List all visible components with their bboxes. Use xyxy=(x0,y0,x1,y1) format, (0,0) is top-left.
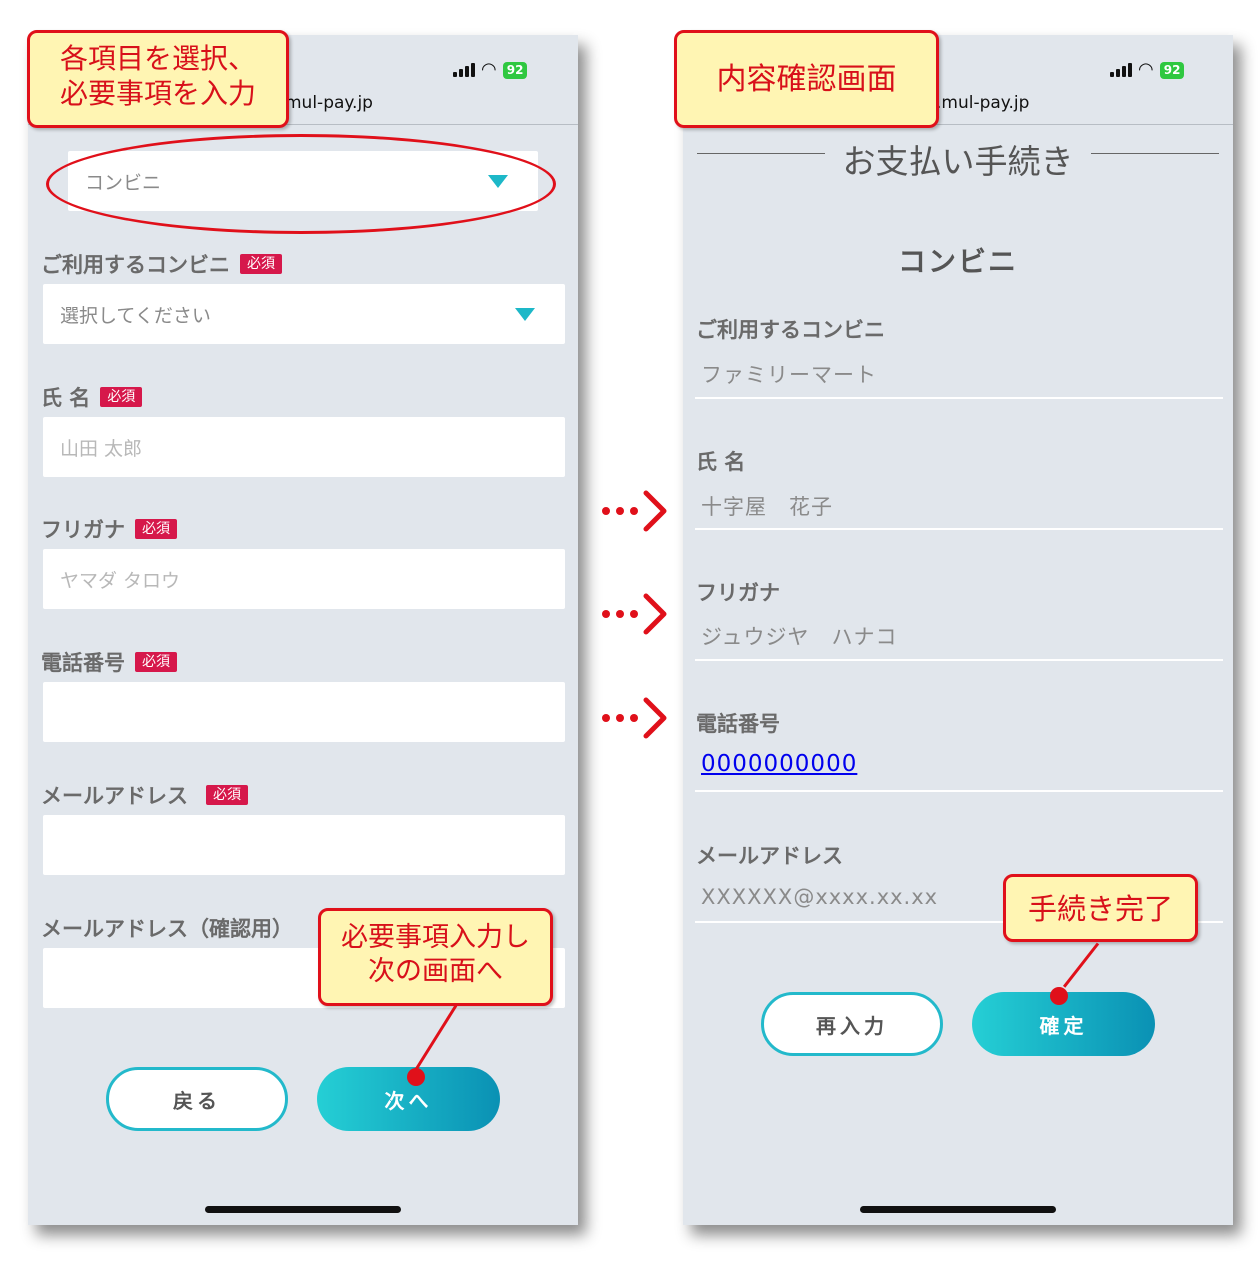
confirm-value-email: XXXXXX@xxxx.xx.xx xyxy=(701,885,939,909)
reenter-button[interactable]: 再入力 xyxy=(761,992,943,1056)
furigana-input[interactable]: ヤマダ タロウ xyxy=(43,549,565,609)
home-indicator xyxy=(205,1206,401,1213)
status-bar-icons: ◠ 92 xyxy=(1110,59,1185,80)
url-text: .mul-pay.jp xyxy=(936,93,1030,113)
callout-select-items: 各項目を選択、 必要事項を入力 xyxy=(27,30,289,128)
battery-indicator: 92 xyxy=(1159,61,1185,79)
label-text: フリガナ xyxy=(41,518,125,542)
divider xyxy=(695,528,1223,530)
url-text: mul-pay.jp xyxy=(285,93,373,113)
highlight-oval xyxy=(46,134,556,234)
furigana-placeholder: ヤマダ タロウ xyxy=(60,569,181,592)
required-badge: 必須 xyxy=(206,785,248,805)
divider xyxy=(695,397,1223,399)
callout-confirm-screen: 内容確認画面 xyxy=(674,30,939,128)
back-button[interactable]: 戻る xyxy=(106,1067,288,1131)
field-label-email-confirm: メールアドレス（確認用） xyxy=(41,913,293,943)
confirm-value-convenience-store: ファミリーマート xyxy=(701,363,877,387)
confirmation-screen: ◠ 92 .mul-pay.jp お支払い手続き コンビニ ご利用するコンビニ … xyxy=(683,35,1233,1225)
dotted-arrow-icon xyxy=(602,490,667,532)
label-text: 電話番号 xyxy=(41,651,125,675)
title-rule-right xyxy=(1091,153,1219,154)
dotted-arrow-icon xyxy=(602,697,667,739)
confirm-label-name: 氏 名 xyxy=(696,450,746,474)
label-text: メールアドレス（確認用） xyxy=(41,917,293,941)
confirm-label-furigana: フリガナ xyxy=(696,581,780,605)
pointer-dot xyxy=(1050,987,1068,1005)
signal-icon xyxy=(453,63,475,77)
home-indicator xyxy=(860,1206,1056,1213)
label-text: 氏 名 xyxy=(41,386,91,410)
name-input[interactable]: 山田 太郎 xyxy=(43,417,565,477)
status-bar-icons: ◠ 92 xyxy=(453,59,528,80)
field-label-email: メールアドレス 必須 xyxy=(41,780,248,810)
confirm-label-phone: 電話番号 xyxy=(696,712,780,736)
callout-complete: 手続き完了 xyxy=(1003,874,1198,942)
payment-method-heading: コンビニ xyxy=(897,245,1018,278)
divider xyxy=(695,790,1223,792)
name-placeholder: 山田 太郎 xyxy=(60,437,143,460)
confirm-value-furigana: ジュウジヤ ハナコ xyxy=(701,625,898,649)
required-badge: 必須 xyxy=(240,254,282,274)
field-label-convenience-store: ご利用するコンビニ 必須 xyxy=(41,249,282,279)
phone-input[interactable] xyxy=(43,682,565,742)
wifi-icon: ◠ xyxy=(1138,59,1154,80)
confirm-value-phone-link[interactable]: 0000000000 xyxy=(701,751,857,777)
required-badge: 必須 xyxy=(135,652,177,672)
convenience-store-select[interactable]: 選択してください xyxy=(43,284,565,344)
signal-icon xyxy=(1110,63,1132,77)
confirm-label-email: メールアドレス xyxy=(696,844,843,868)
page-title: お支払い手続き xyxy=(842,142,1074,181)
dotted-arrow-icon xyxy=(602,593,667,635)
label-text: メールアドレス xyxy=(41,784,188,808)
required-badge: 必須 xyxy=(100,387,143,407)
callout-next-screen: 必要事項入力し 次の画面へ xyxy=(318,908,553,1006)
chevron-down-icon xyxy=(515,308,535,321)
wifi-icon: ◠ xyxy=(481,59,497,80)
label-text: ご利用するコンビニ xyxy=(41,253,230,277)
email-input[interactable] xyxy=(43,815,565,875)
convenience-store-value: 選択してください xyxy=(60,304,211,327)
divider xyxy=(695,659,1223,661)
pointer-dot xyxy=(407,1068,425,1086)
battery-indicator: 92 xyxy=(502,61,528,79)
required-badge: 必須 xyxy=(135,519,177,539)
field-label-phone: 電話番号 必須 xyxy=(41,647,177,677)
confirm-label-convenience-store: ご利用するコンビニ xyxy=(696,318,885,342)
field-label-name: 氏 名 必須 xyxy=(41,382,143,412)
field-label-furigana: フリガナ 必須 xyxy=(41,514,177,544)
confirm-value-name: 十字屋 花子 xyxy=(701,495,833,519)
